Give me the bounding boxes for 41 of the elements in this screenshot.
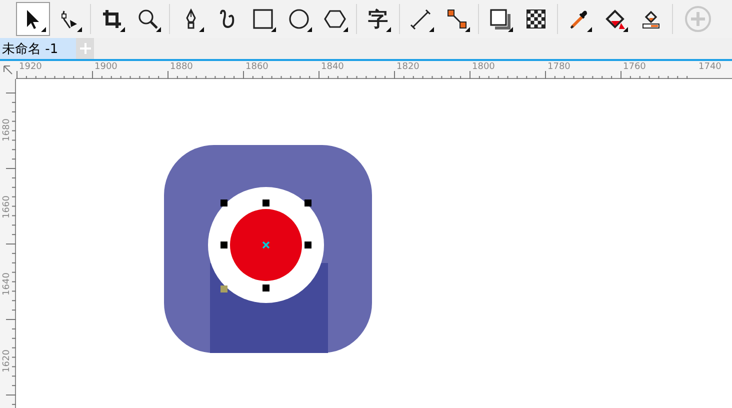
ruler-origin-icon xyxy=(2,64,14,76)
checkerboard-icon xyxy=(525,8,547,30)
ruler-label: 1920 xyxy=(19,62,42,72)
hexagon-icon xyxy=(324,8,346,30)
selection-handle[interactable] xyxy=(220,242,228,248)
connector-line-icon xyxy=(446,8,468,30)
selection-handle[interactable] xyxy=(262,284,270,292)
dimension-line-icon xyxy=(410,8,432,30)
document-tab[interactable]: 未命名 -1 xyxy=(0,38,76,59)
text-tool-button[interactable]: 字 xyxy=(361,2,395,36)
paint-bucket-icon xyxy=(604,8,626,30)
crop-icon xyxy=(101,8,123,30)
node-handle[interactable] xyxy=(220,286,228,292)
selection-handle[interactable] xyxy=(304,200,312,206)
pick-tool-button[interactable] xyxy=(16,2,50,36)
ruler-label: 1780 xyxy=(548,62,570,72)
ruler-label: 1880 xyxy=(170,62,193,72)
ruler-label: 1820 xyxy=(396,62,420,72)
ruler-label: 1660 xyxy=(2,194,12,220)
search-icon xyxy=(137,8,159,30)
center-marker-icon[interactable] xyxy=(262,241,270,249)
ruler-label: 1760 xyxy=(623,62,646,72)
ruler-label: 1640 xyxy=(2,272,12,298)
disc-shape[interactable] xyxy=(230,209,302,281)
fill-bucket-icon xyxy=(640,8,662,30)
selection-handle[interactable] xyxy=(262,200,270,206)
drop-shadow-icon xyxy=(489,8,511,30)
ruler-label: 1840 xyxy=(321,62,344,72)
ruler-label: 1740 xyxy=(698,62,722,72)
ruler-label: 1800 xyxy=(472,62,495,72)
plus-icon xyxy=(80,43,90,54)
rectangle-icon xyxy=(252,8,274,30)
plus-icon xyxy=(690,11,706,27)
selection-handle[interactable] xyxy=(220,200,228,206)
selection-handle[interactable] xyxy=(304,242,312,248)
circle-icon xyxy=(288,8,310,30)
ruler-label: 1620 xyxy=(2,348,12,374)
eyedropper-icon xyxy=(568,8,590,30)
ruler-label: 1900 xyxy=(94,62,118,72)
ruler-label: 1860 xyxy=(246,62,268,72)
ruler-label: 1680 xyxy=(2,118,12,144)
